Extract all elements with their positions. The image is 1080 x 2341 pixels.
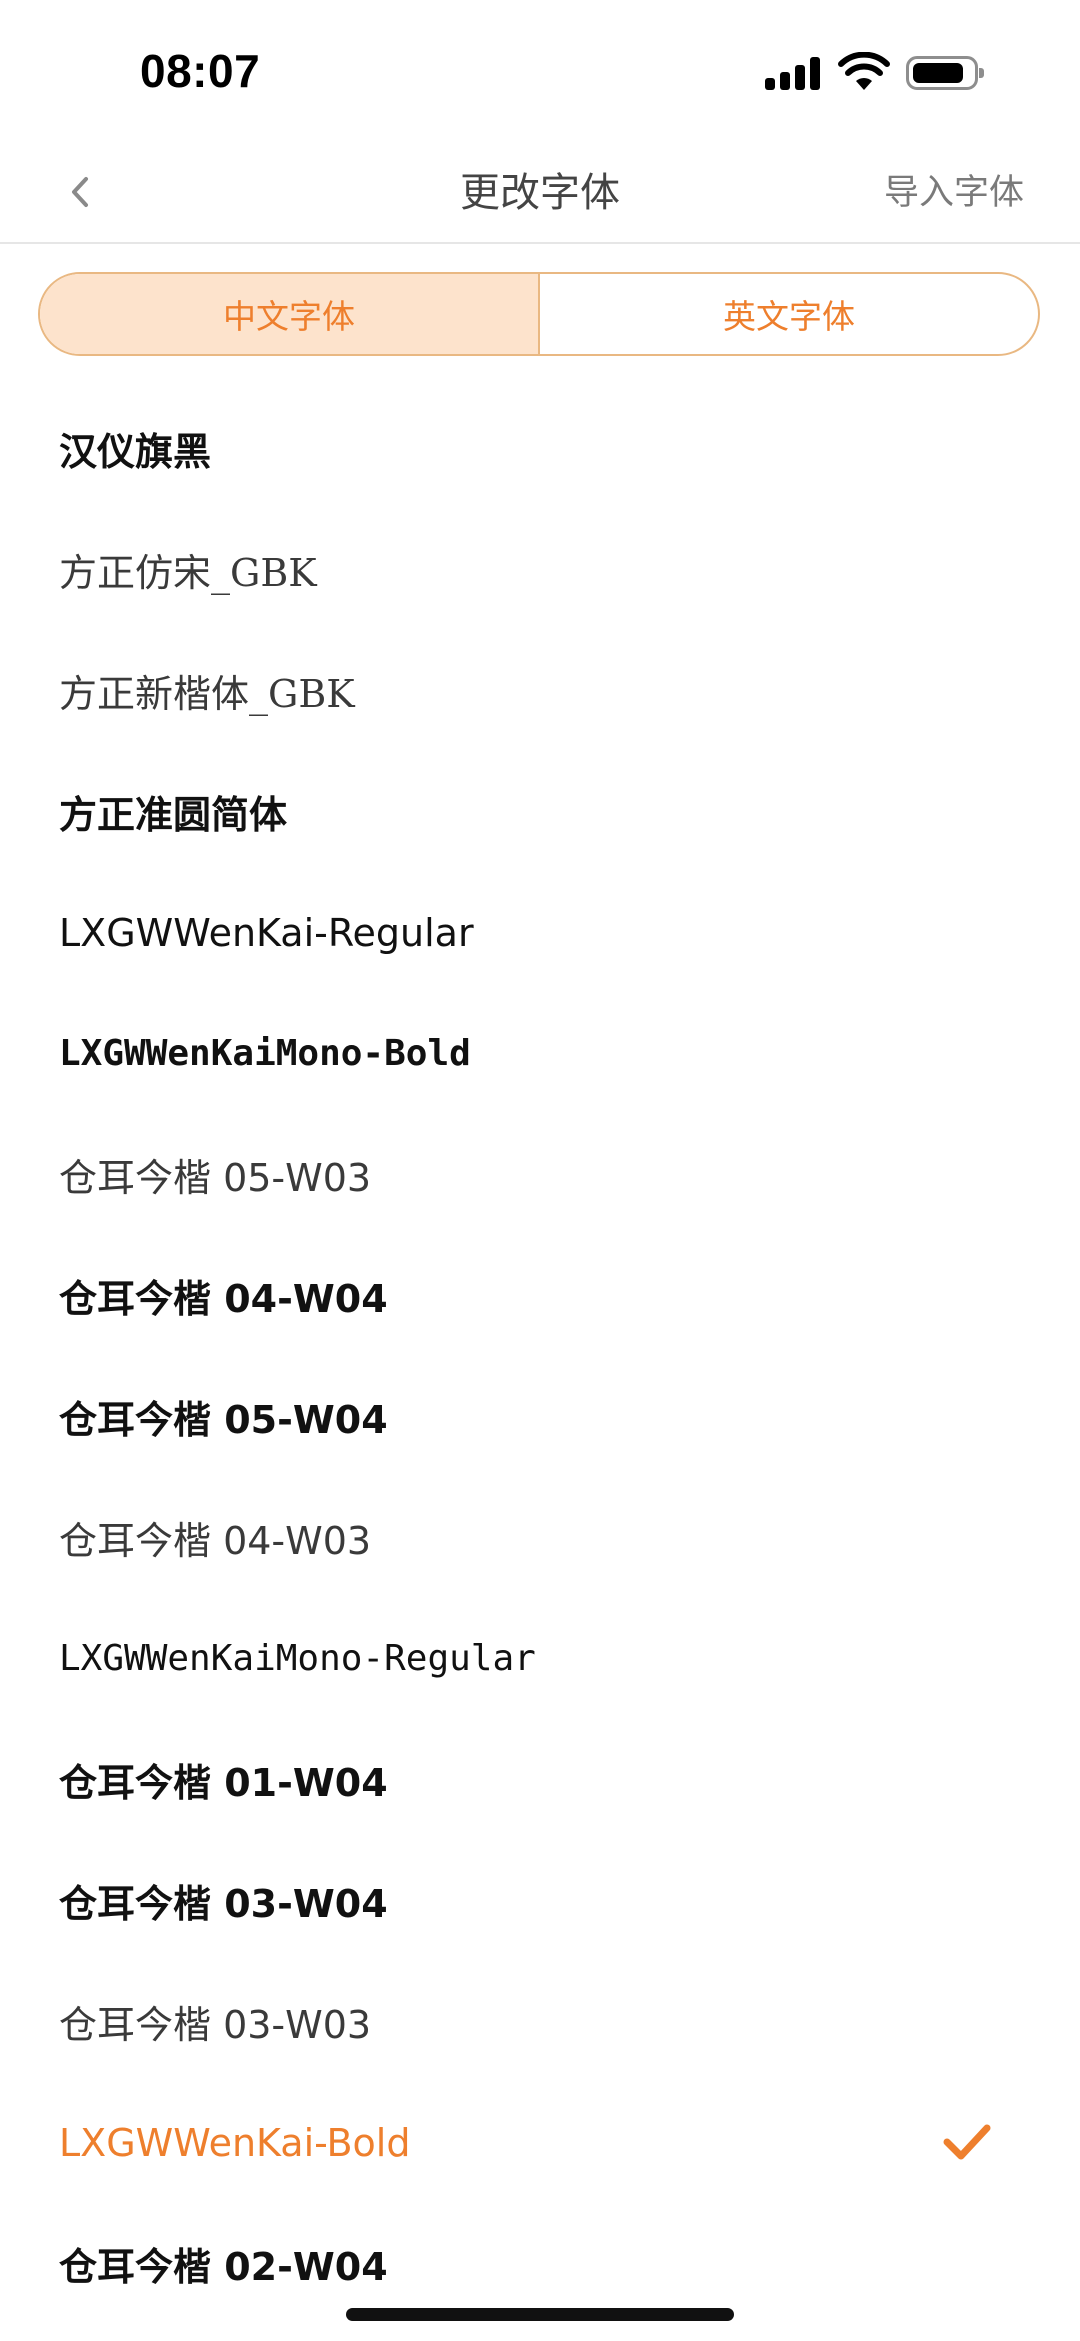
font-list-item[interactable]: 仓耳今楷 03-W03: [0, 1961, 1080, 2082]
font-list-item[interactable]: 仓耳今楷 05-W04: [0, 1356, 1080, 1477]
font-list: 汉仪旗黑 方正仿宋_GBK 方正新楷体_GBK 方正准圆简体 LXGWWenKa…: [0, 388, 1080, 2324]
tab-english-fonts[interactable]: 英文字体: [540, 274, 1038, 354]
font-list-item[interactable]: 方正仿宋_GBK: [0, 509, 1080, 630]
font-list-item[interactable]: 方正新楷体_GBK: [0, 630, 1080, 751]
font-list-item[interactable]: 仓耳今楷 03-W04: [0, 1840, 1080, 1961]
font-list-item-selected[interactable]: LXGWWenKai-Bold: [0, 2082, 1080, 2203]
navigation-bar: 更改字体 导入字体: [0, 140, 1080, 244]
font-name: 仓耳今楷 04-W04: [59, 1277, 388, 1321]
font-list-item[interactable]: LXGWWenKai-Regular: [0, 872, 1080, 993]
font-name: 仓耳今楷 05-W03: [59, 1156, 372, 1200]
font-list-item[interactable]: 仓耳今楷 02-W04: [0, 2203, 1080, 2324]
font-list-item[interactable]: LXGWWenKaiMono-Bold: [0, 993, 1080, 1114]
font-list-item[interactable]: LXGWWenKaiMono-Regular: [0, 1598, 1080, 1719]
battery-icon: [906, 56, 984, 90]
font-list-item[interactable]: 方正准圆简体: [0, 751, 1080, 872]
font-name: 仓耳今楷 02-W04: [59, 2245, 388, 2289]
font-name: 汉仪旗黑: [59, 430, 212, 474]
font-list-item[interactable]: 仓耳今楷 05-W03: [0, 1114, 1080, 1235]
cellular-signal-icon: [765, 56, 821, 90]
font-name: LXGWWenKai-Regular: [59, 910, 474, 955]
font-name: 仓耳今楷 03-W03: [59, 2003, 372, 2047]
font-settings-screen: 08:07 更改字体 导入字体 中文字体 英文字体 汉仪旗黑 方正仿宋_GBK …: [0, 0, 1080, 2341]
font-name: 仓耳今楷 03-W04: [59, 1882, 388, 1926]
font-list-item[interactable]: 仓耳今楷 04-W04: [0, 1235, 1080, 1356]
wifi-icon: [838, 52, 890, 90]
font-list-item[interactable]: 仓耳今楷 04-W03: [0, 1477, 1080, 1598]
home-indicator[interactable]: [346, 2308, 734, 2321]
status-bar: 08:07: [0, 0, 1080, 140]
checkmark-icon: [943, 2124, 991, 2160]
tab-chinese-fonts[interactable]: 中文字体: [40, 274, 540, 354]
font-name: 仓耳今楷 05-W04: [59, 1398, 388, 1442]
font-name: 方正准圆简体: [59, 793, 288, 837]
status-time: 08:07: [140, 45, 261, 97]
font-name: 方正仿宋_GBK: [59, 551, 317, 595]
font-language-tabs: 中文字体 英文字体: [38, 272, 1040, 356]
font-name: LXGWWenKaiMono-Regular: [59, 1638, 536, 1679]
font-list-item[interactable]: 汉仪旗黑: [0, 388, 1080, 509]
font-name: LXGWWenKai-Bold: [59, 2120, 411, 2165]
font-name: LXGWWenKaiMono-Bold: [59, 1033, 471, 1074]
font-list-item[interactable]: 仓耳今楷 01-W04: [0, 1719, 1080, 1840]
import-font-button[interactable]: 导入字体: [884, 164, 1024, 215]
font-name: 方正新楷体_GBK: [59, 672, 355, 716]
font-name: 仓耳今楷 04-W03: [59, 1519, 372, 1563]
font-name: 仓耳今楷 01-W04: [59, 1761, 388, 1805]
